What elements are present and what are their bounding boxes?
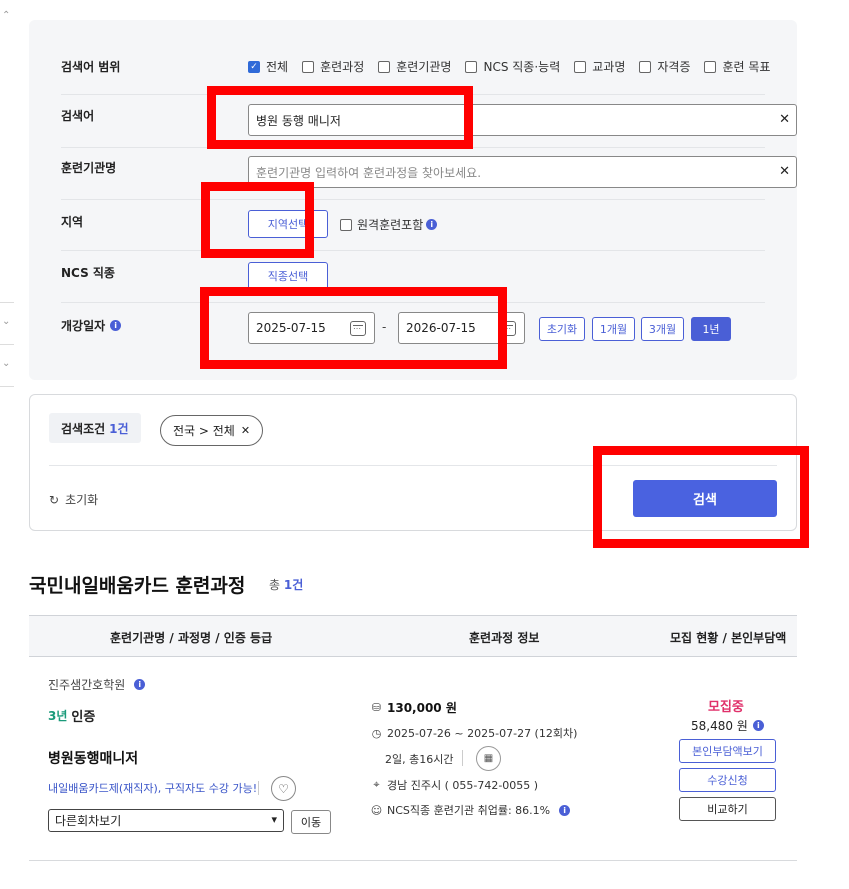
scope-checkbox-group: ✓ 전체 훈련과정 훈련기관명 NCS 직종·능력 교과명 자격증 훈련 목표 bbox=[248, 58, 784, 75]
status-badge: 모집중 bbox=[708, 700, 744, 715]
highlight-box bbox=[201, 182, 314, 258]
compare-button[interactable]: 비교하기 bbox=[679, 797, 776, 821]
ncs-label: NCS 직종 bbox=[61, 266, 115, 280]
course-name[interactable]: 병원동행매니저 bbox=[48, 748, 138, 768]
column-header: 모집 현황 / 본인부담액 bbox=[670, 631, 787, 645]
highlight-box bbox=[593, 446, 809, 548]
chevron-up-icon[interactable]: ⌃ bbox=[2, 10, 10, 21]
checkbox-icon[interactable] bbox=[574, 60, 587, 73]
refresh-icon: ↻ bbox=[49, 492, 60, 507]
gutter-divider bbox=[0, 386, 14, 387]
region-row: 지역 지역선택 원격훈련포함 i bbox=[61, 200, 765, 251]
checkbox-icon[interactable] bbox=[704, 60, 717, 73]
session-select[interactable]: 다른회차보기 ▾ bbox=[48, 809, 284, 832]
course-schedule: 2일, 총16시간 bbox=[385, 753, 454, 766]
calendar-icon[interactable]: ▦ bbox=[476, 746, 501, 771]
remote-checkbox[interactable]: 원격훈련포함 i bbox=[340, 216, 438, 233]
checkbox-checked-icon[interactable]: ✓ bbox=[248, 60, 260, 73]
highlight-box bbox=[200, 287, 507, 369]
enroll-button[interactable]: 수강신청 bbox=[679, 768, 776, 792]
self-pay-amount: 58,480 원 i bbox=[691, 717, 764, 734]
course-price: ⛁ 130,000 원 bbox=[371, 701, 457, 715]
checkbox-icon[interactable] bbox=[465, 60, 478, 73]
clock-icon: ◷ bbox=[371, 726, 382, 740]
cert-year: 3년 bbox=[48, 709, 68, 723]
date-label: 개강일자 i bbox=[61, 317, 122, 334]
employment-rate: ☺ NCS직종 훈련기관 취업률: 86.1% i bbox=[370, 802, 571, 818]
info-icon[interactable]: i bbox=[134, 679, 146, 690]
course-tagline: 내일배움카드제(재직자), 구직자도 수강 가능! bbox=[48, 782, 258, 795]
chevron-down-icon[interactable]: ⌄ bbox=[2, 358, 10, 369]
cert-badge: 3년 인증 bbox=[48, 709, 96, 725]
heart-icon[interactable]: ♡ bbox=[271, 776, 296, 801]
period-reset-button[interactable]: 초기화 bbox=[539, 317, 585, 341]
reset-button[interactable]: ↻ 초기화 bbox=[49, 491, 98, 508]
scope-checkbox-ncs[interactable]: NCS 직종·능력 bbox=[465, 58, 560, 75]
info-icon[interactable]: i bbox=[752, 720, 764, 731]
checkbox-icon[interactable] bbox=[302, 60, 315, 73]
ncs-select-button[interactable]: 직종선택 bbox=[248, 262, 328, 290]
scope-checkbox-all[interactable]: ✓ 전체 bbox=[248, 58, 288, 75]
institution-label: 훈련기관명 bbox=[61, 161, 117, 175]
checkbox-icon[interactable] bbox=[639, 60, 652, 73]
view-self-pay-button[interactable]: 본인부담액보기 bbox=[679, 739, 776, 763]
results-table-header: 훈련기관명 / 과정명 / 인증 등급 훈련과정 정보 모집 현황 / 본인부담… bbox=[29, 615, 797, 657]
coin-icon: ⛁ bbox=[371, 701, 382, 714]
scope-checkbox-institution[interactable]: 훈련기관명 bbox=[378, 58, 451, 75]
chevron-down-icon[interactable]: ⌄ bbox=[2, 316, 10, 327]
region-label: 지역 bbox=[61, 215, 84, 229]
results-title: 국민내일배움카드 훈련과정 bbox=[29, 575, 246, 597]
column-header: 훈련과정 정보 bbox=[469, 631, 540, 645]
close-icon[interactable]: ✕ bbox=[241, 424, 250, 437]
scope-checkbox-goal[interactable]: 훈련 목표 bbox=[704, 58, 770, 75]
scope-label: 검색어 범위 bbox=[61, 60, 121, 74]
divider bbox=[462, 750, 463, 766]
period-1year-button[interactable]: 1년 bbox=[691, 317, 731, 341]
period-1month-button[interactable]: 1개월 bbox=[592, 317, 635, 341]
gutter-divider bbox=[0, 344, 14, 345]
checkbox-icon[interactable] bbox=[340, 218, 352, 231]
conditions-label: 검색조건 1건 bbox=[49, 413, 141, 443]
condition-chip[interactable]: 전국 > 전체 ✕ bbox=[160, 415, 264, 446]
results-count: 총 1건 bbox=[269, 578, 304, 592]
course-period: ◷ 2025-07-26 ~ 2025-07-27 (12회차) bbox=[371, 726, 578, 741]
scope-checkbox-course[interactable]: 훈련과정 bbox=[302, 58, 364, 75]
scope-checkbox-license[interactable]: 자격증 bbox=[639, 58, 690, 75]
scope-checkbox-subject[interactable]: 교과명 bbox=[574, 58, 625, 75]
clear-icon[interactable]: ✕ bbox=[779, 112, 790, 127]
chevron-down-icon: ▾ bbox=[271, 813, 277, 826]
info-icon[interactable]: i bbox=[426, 219, 438, 230]
divider bbox=[258, 781, 259, 795]
institution-row: 훈련기관명 훈련기관명 입력하여 훈련과정을 찾아보세요. ✕ bbox=[61, 148, 797, 200]
highlight-box bbox=[207, 86, 473, 149]
course-location: ⌖ 경남 진주시 ( 055-742-0055 ) bbox=[370, 777, 538, 793]
institution-name[interactable]: 진주샘간호학원 i bbox=[48, 676, 146, 693]
institution-input[interactable]: 훈련기관명 입력하여 훈련과정을 찾아보세요. ✕ bbox=[248, 156, 797, 188]
gutter-divider bbox=[0, 302, 14, 303]
checkbox-icon[interactable] bbox=[378, 60, 391, 73]
location-pin-icon: ⌖ bbox=[373, 778, 380, 791]
column-header: 훈련기관명 / 과정명 / 인증 등급 bbox=[110, 631, 273, 645]
move-button[interactable]: 이동 bbox=[291, 810, 331, 834]
table-row: 진주샘간호학원 i 3년 인증 병원동행매니저 내일배움카드제(재직자), 구직… bbox=[29, 657, 797, 861]
keyword-label: 검색어 bbox=[61, 109, 95, 123]
institution-placeholder: 훈련기관명 입력하여 훈련과정을 찾아보세요. bbox=[256, 165, 482, 180]
info-icon[interactable]: i bbox=[110, 320, 122, 331]
info-icon[interactable]: i bbox=[559, 804, 571, 816]
clear-icon[interactable]: ✕ bbox=[779, 164, 790, 179]
period-3month-button[interactable]: 3개월 bbox=[641, 317, 684, 341]
person-icon: ☺ bbox=[370, 803, 383, 817]
